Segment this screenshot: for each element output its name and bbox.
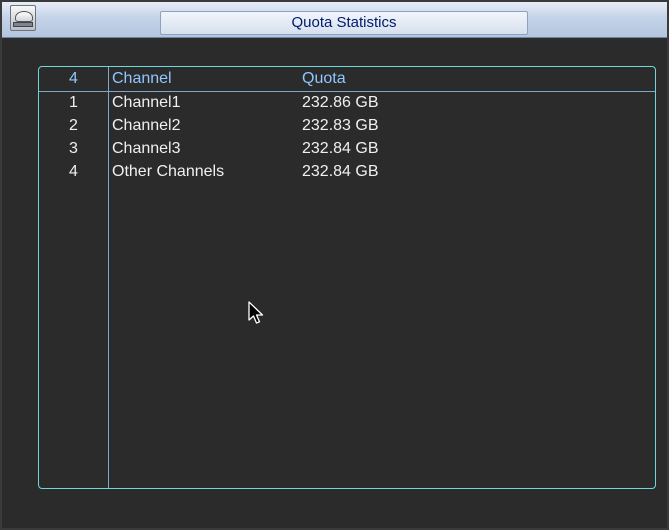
row-channel: Other Channels bbox=[112, 163, 225, 180]
table-row[interactable]: 4 Other Channels 232.84 GB bbox=[39, 161, 655, 183]
row-channel: Channel1 bbox=[112, 94, 181, 111]
header-quota: Quota bbox=[302, 70, 346, 87]
table-row[interactable]: 2 Channel2 232.83 GB bbox=[39, 115, 655, 137]
window-title: Quota Statistics bbox=[160, 11, 528, 35]
row-index: 3 bbox=[69, 140, 78, 157]
row-channel: Channel2 bbox=[112, 117, 181, 134]
quota-table: 4 Channel Quota 1 Channel1 232.86 GB 2 C… bbox=[38, 66, 656, 489]
header-index: 4 bbox=[69, 70, 78, 87]
row-quota: 232.84 GB bbox=[302, 163, 379, 180]
title-bar: Quota Statistics bbox=[2, 2, 667, 38]
mouse-pointer-icon bbox=[248, 301, 264, 324]
disk-platter-shape bbox=[15, 11, 33, 22]
row-quota: 232.84 GB bbox=[302, 140, 379, 157]
row-quota: 232.83 GB bbox=[302, 117, 379, 134]
disk-base-shape bbox=[13, 22, 33, 27]
header-channel: Channel bbox=[112, 70, 172, 87]
hard-disk-icon bbox=[10, 5, 36, 31]
row-index: 2 bbox=[69, 117, 78, 134]
row-quota: 232.86 GB bbox=[302, 94, 379, 111]
table-row[interactable]: 1 Channel1 232.86 GB bbox=[39, 92, 655, 114]
row-index: 1 bbox=[69, 94, 78, 111]
quota-statistics-window: Quota Statistics 4 Channel Quota 1 Chann… bbox=[0, 0, 669, 530]
row-index: 4 bbox=[69, 163, 78, 180]
row-channel: Channel3 bbox=[112, 140, 181, 157]
table-row[interactable]: 3 Channel3 232.84 GB bbox=[39, 138, 655, 160]
